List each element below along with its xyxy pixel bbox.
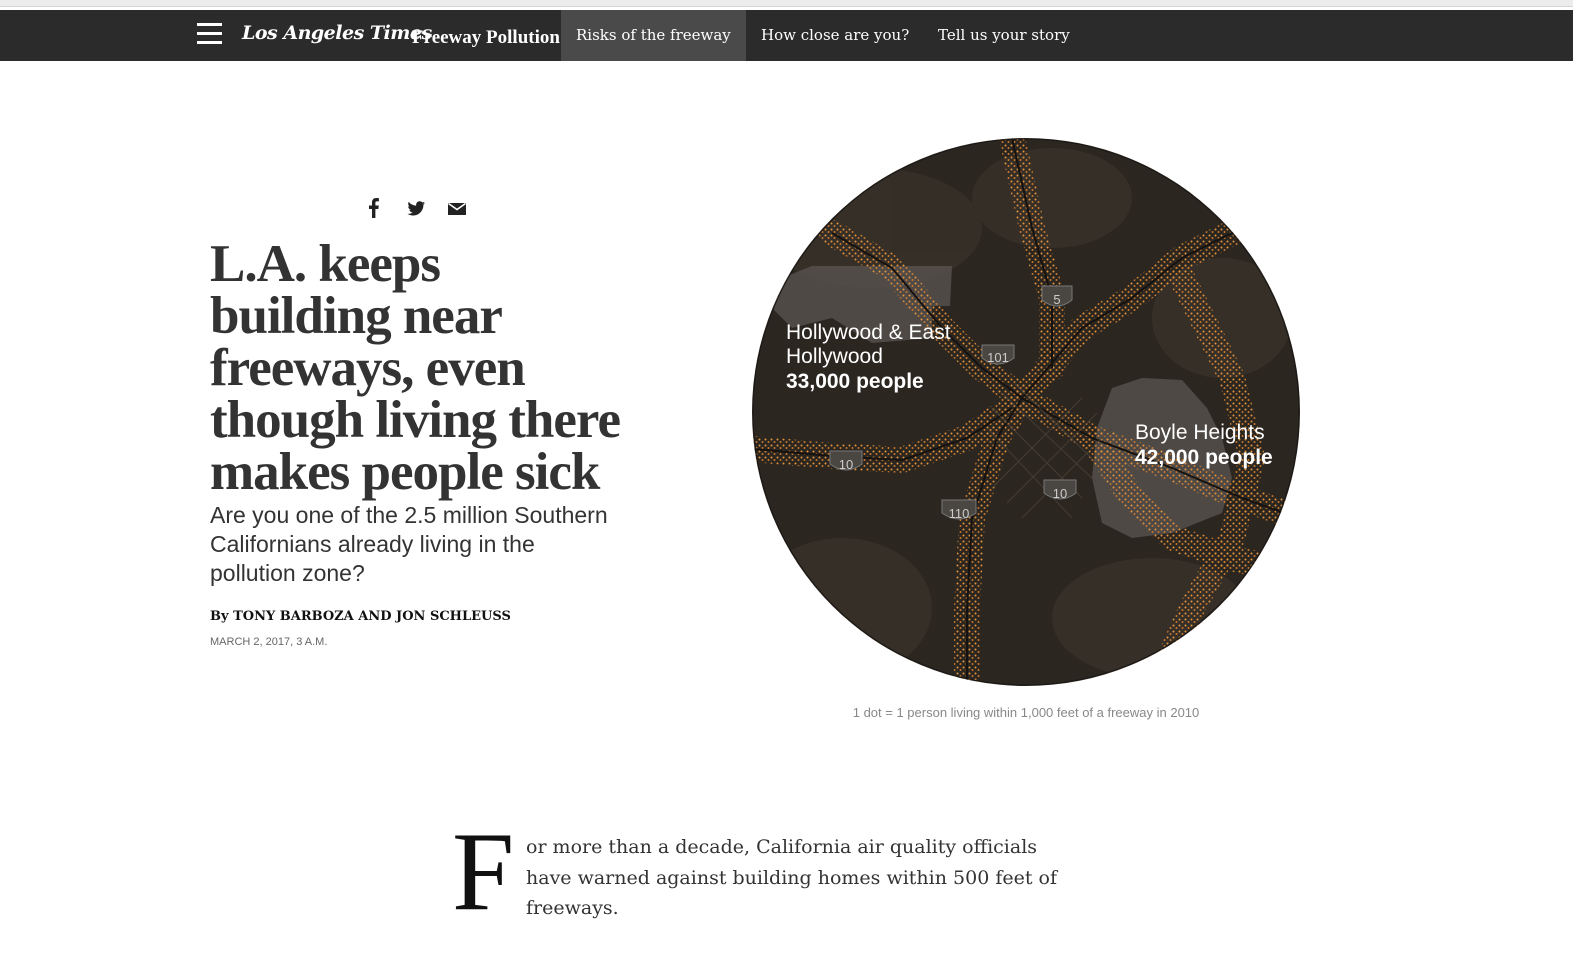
- shield-us101-label: 101: [987, 350, 1009, 365]
- hollywood-count: 33,000 people: [786, 370, 924, 393]
- publish-date: March 2, 2017, 3 a.m.: [210, 636, 328, 648]
- map-caption: 1 dot = 1 person living within 1,000 fee…: [852, 705, 1200, 720]
- byline: By TONY BARBOZA AND JON SCHLEUSS: [210, 609, 511, 624]
- nav-item-how-close[interactable]: How close are you?: [746, 10, 924, 61]
- lat-logo[interactable]: Los Angeles Times: [242, 22, 432, 44]
- boyle-heights-label: Boyle Heights: [1135, 421, 1265, 444]
- nav-item-tell-story[interactable]: Tell us your story: [923, 10, 1085, 61]
- browser-top-strip: [0, 0, 1573, 7]
- nav-item-risks[interactable]: Risks of the freeway: [561, 10, 746, 61]
- facebook-icon[interactable]: [368, 197, 382, 219]
- freeway-population-map: 5 101 10 10 110 Hollywood & East Hollywo…: [752, 138, 1300, 686]
- shield-i5-label: 5: [1053, 292, 1060, 307]
- shield-i10-east-label: 10: [1053, 486, 1067, 501]
- email-icon[interactable]: [447, 197, 467, 219]
- hollywood-label-line1: Hollywood & East: [786, 321, 951, 344]
- drop-cap: F: [452, 810, 515, 934]
- boyle-heights-count: 42,000 people: [1135, 446, 1273, 469]
- twitter-icon[interactable]: [406, 197, 426, 219]
- shield-i10-west-label: 10: [839, 457, 853, 472]
- section-title[interactable]: Freeway Pollution: [412, 27, 560, 49]
- shield-i110-label: 110: [949, 506, 970, 521]
- article-dek: Are you one of the 2.5 million Southern …: [210, 502, 608, 586]
- menu-icon[interactable]: [197, 23, 222, 45]
- article-first-paragraph: or more than a decade, California air qu…: [526, 836, 1057, 919]
- hollywood-label-line2: Hollywood: [786, 345, 883, 368]
- top-navigation-bar: Los Angeles Times Freeway Pollution Risk…: [0, 10, 1573, 61]
- article-headline: L.A. keeps building near freeways, even …: [210, 235, 621, 501]
